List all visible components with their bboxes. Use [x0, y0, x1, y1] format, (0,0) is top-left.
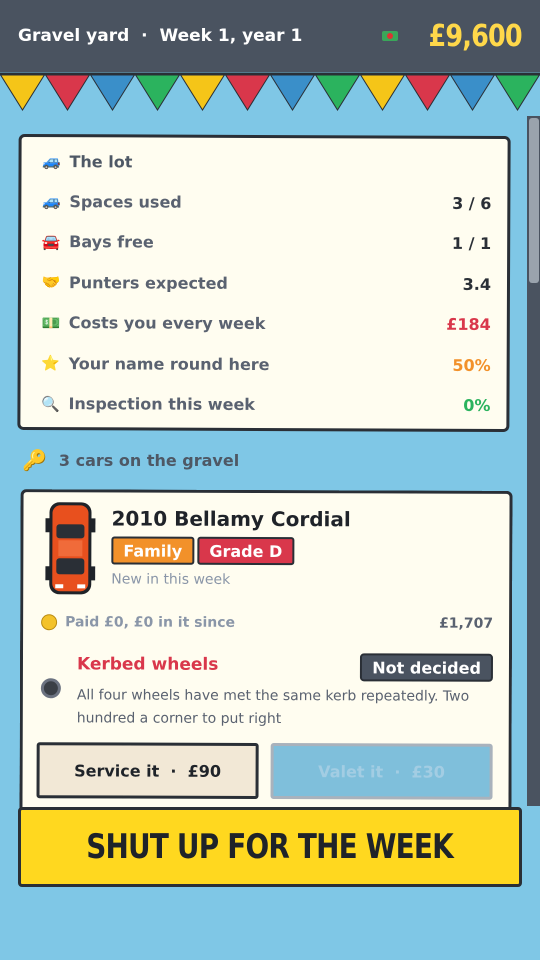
issue-title: Kerbed wheels — [76, 654, 219, 675]
lot-row: 🤝 Punters expected 3.4 — [41, 270, 491, 296]
bunting-flag — [359, 73, 406, 111]
issue-description: All four wheels have met the same kerb r… — [76, 687, 470, 728]
grade-badge: Grade D — [197, 536, 295, 566]
shut-up-week-button[interactable]: SHUT UP FOR THE WEEK — [18, 807, 522, 887]
bunting-flag — [134, 73, 181, 111]
lot-title-row: 🚙 The lot — [41, 149, 491, 175]
paid-text: Paid £0, £0 in it since — [65, 614, 236, 631]
decision-badge: Not decided — [360, 653, 494, 682]
lot-row: 🚘 Bays free 1 / 1 — [41, 230, 491, 256]
lot-row-label: Bays free — [69, 232, 154, 252]
car-card[interactable]: 2010 Bellamy Cordial Family Grade D New … — [19, 489, 513, 821]
key-icon: 🔑 — [22, 448, 47, 472]
bunting-flag — [449, 73, 496, 111]
wheel-icon — [40, 678, 61, 699]
lot-row-value: 3 / 6 — [452, 193, 492, 213]
bunting-flag — [89, 73, 136, 111]
lot-row-value: 3.4 — [462, 274, 492, 294]
banknote-icon: 💵 — [41, 313, 61, 332]
lot-row-label: Costs you every week — [68, 313, 266, 334]
lot-row: ⭐ Your name round here 50% — [41, 351, 491, 377]
yard-title: Gravel yard · Week 1, year 1 — [18, 26, 303, 46]
car-status: New in this week — [111, 571, 231, 588]
lot-row-value: 1 / 1 — [451, 233, 492, 253]
handshake-icon: 🤝 — [41, 273, 61, 292]
lot-row-label: Inspection this week — [68, 394, 255, 414]
money-amount: £9,600 — [428, 18, 523, 54]
car-icon — [45, 502, 96, 595]
car-title: 2010 Bellamy Cordial — [111, 506, 351, 532]
scrollbar-thumb[interactable] — [529, 118, 539, 283]
banknote-icon — [382, 31, 399, 41]
lot-row: 💵 Costs you every week £184 — [41, 311, 491, 337]
bunting-flag — [404, 73, 451, 111]
cars-heading: 🔑 3 cars on the gravel — [22, 448, 239, 472]
car-icon: 🚙 — [41, 192, 61, 211]
lot-title: The lot — [69, 151, 133, 171]
service-label: Service it — [74, 760, 160, 781]
lot-row-label: Your name round here — [68, 353, 270, 374]
lot-row-value: 0% — [463, 395, 491, 415]
paid-row: Paid £0, £0 in it since £1,707 — [41, 614, 493, 632]
lot-row-label: Spaces used — [69, 191, 182, 212]
lot-row-value: 50% — [452, 355, 491, 375]
star-icon: ⭐ — [41, 354, 61, 373]
lot-panel: 🚙 The lot 🚙 Spaces used 3 / 6 🚘 Bays free 1 /… — [17, 133, 511, 433]
lot-row: 🚙 Spaces used 3 / 6 — [41, 189, 491, 215]
bunting-decoration — [0, 72, 540, 111]
family-badge: Family — [111, 536, 195, 565]
top-bar: Gravel yard · Week 1, year 1 £9,600 — [0, 0, 540, 72]
bunting-flag — [314, 73, 361, 111]
lot-row: 🔍 Inspection this week 0% — [40, 392, 490, 418]
valet-price: £30 — [411, 762, 446, 782]
garage-icon: 🚘 — [41, 232, 61, 251]
shut-up-week-label: SHUT UP FOR THE WEEK — [86, 827, 454, 867]
car-icon: 🚙 — [42, 152, 61, 171]
bunting-flag — [0, 73, 46, 111]
service-button[interactable]: Service it · £90 — [36, 742, 259, 799]
bunting-flag — [179, 73, 226, 111]
lot-row-value: £184 — [446, 314, 491, 334]
bunting-flag — [44, 73, 91, 111]
service-price: £90 — [187, 761, 222, 781]
magnifier-icon: 🔍 — [41, 394, 60, 413]
lot-row-label: Punters expected — [68, 272, 228, 293]
bunting-flag — [269, 73, 316, 111]
cars-count-label: 3 cars on the gravel — [58, 450, 240, 470]
money-display: £9,600 — [382, 18, 523, 54]
bunting-flag — [224, 73, 271, 111]
valet-label: Valet it — [318, 761, 384, 781]
bunting-flag — [494, 73, 540, 111]
valet-button[interactable]: Valet it · £30 — [270, 743, 493, 800]
coin-icon — [41, 614, 58, 631]
car-value: £1,707 — [439, 615, 494, 632]
